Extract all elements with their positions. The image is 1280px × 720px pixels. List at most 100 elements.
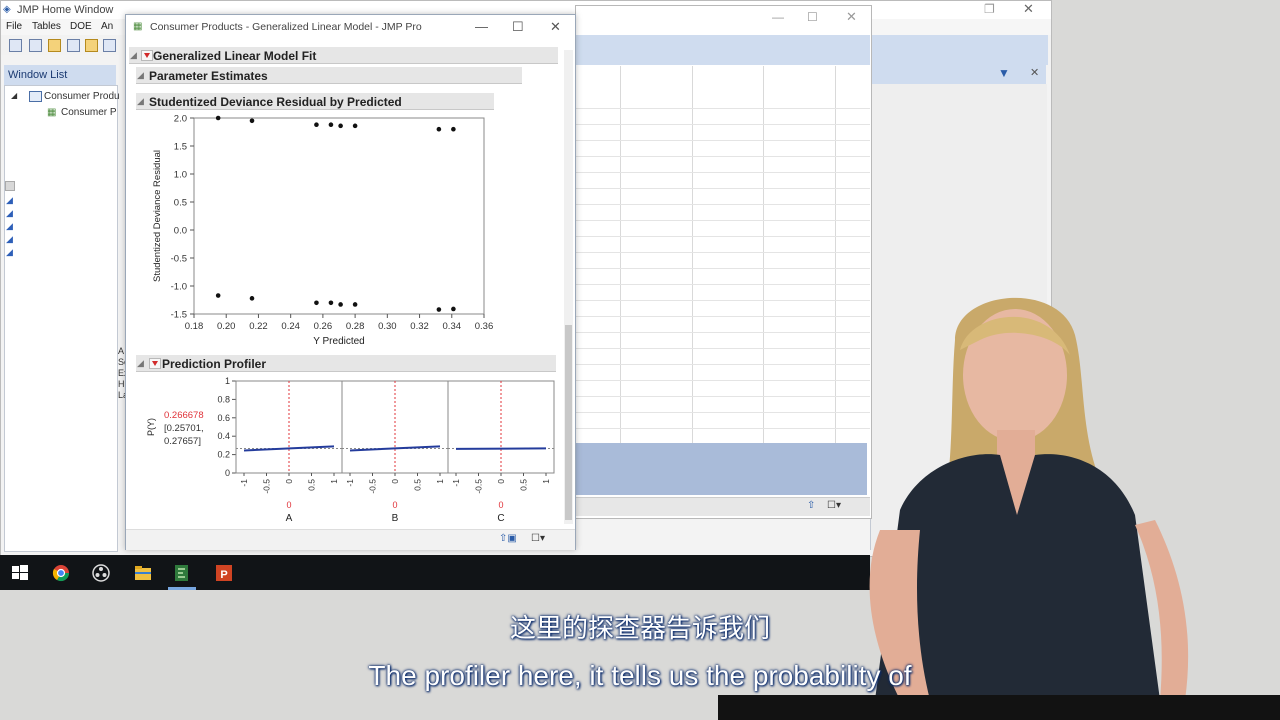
tree-item-report[interactable]: Consumer P	[61, 107, 117, 118]
y-tick-label: -1.5	[171, 310, 187, 321]
grid-line	[620, 66, 621, 443]
profiler-factor-current[interactable]: 0	[498, 500, 503, 510]
profiler-x-tick-label: 0	[390, 479, 400, 484]
scatter-point[interactable]	[436, 126, 442, 132]
home-close-icon[interactable]: ✕	[1023, 1, 1034, 17]
y-tick-label: 0.5	[174, 198, 187, 209]
profiler-x-tick-label: -0.5	[262, 479, 272, 494]
menu-file[interactable]: File	[6, 21, 22, 32]
chrome-icon[interactable]	[51, 563, 71, 583]
new-table-icon[interactable]	[9, 39, 22, 52]
collapse-toggle-icon[interactable]: ◢	[130, 50, 137, 61]
x-tick-label: 0.20	[217, 321, 236, 332]
grid-line	[692, 66, 693, 443]
glm-report-window: ▦ Consumer Products - Generalized Linear…	[125, 14, 576, 550]
windows-start-icon[interactable]	[10, 563, 30, 583]
profiler-x-tick-label: 0.5	[307, 479, 317, 491]
layout-icon[interactable]	[103, 39, 116, 52]
stub-blue-icon: ◢	[6, 195, 13, 205]
collapse-toggle-icon[interactable]: ◢	[137, 358, 144, 369]
profiler-factor-current[interactable]: 0	[392, 500, 397, 510]
scatter-point[interactable]	[215, 115, 221, 121]
panel-close-icon[interactable]: ✕	[1030, 66, 1039, 79]
outline-residual-plot: ◢ Studentized Deviance Residual by Predi…	[136, 93, 494, 110]
profiler-x-tick-label: -1	[239, 479, 249, 487]
open-folder-icon[interactable]	[48, 39, 61, 52]
menu-tables[interactable]: Tables	[32, 21, 61, 32]
outline-prediction-profiler: ◢ Prediction Profiler	[136, 355, 556, 372]
x-tick-label: 0.30	[378, 321, 397, 332]
home-right-strip	[870, 35, 1048, 65]
save-icon[interactable]	[67, 39, 80, 52]
powerpoint-icon[interactable]: P	[214, 563, 234, 583]
tree-item-data-table[interactable]: Consumer Produ	[44, 91, 120, 102]
scatter-point[interactable]	[451, 306, 456, 312]
table-close-icon[interactable]: ✕	[846, 9, 857, 25]
scatter-point[interactable]	[249, 296, 255, 301]
table-minimize-icon[interactable]: —	[772, 10, 784, 24]
menu-doe[interactable]: DOE	[70, 21, 92, 32]
obs-icon[interactable]	[91, 563, 111, 583]
stub-red-triangle-icon[interactable]	[5, 181, 15, 191]
scatter-point[interactable]	[328, 122, 334, 128]
y-axis-label: Studentized Deviance Residual	[152, 150, 163, 282]
scatter-point[interactable]	[328, 300, 334, 306]
collapse-toggle-icon[interactable]: ◢	[137, 96, 144, 107]
outline-title: Prediction Profiler	[162, 357, 267, 371]
window-list-title: Window List	[8, 69, 68, 81]
x-tick-label: 0.28	[346, 321, 365, 332]
scatter-point[interactable]	[338, 302, 343, 307]
home-nav-icon[interactable]: ⇧	[807, 500, 815, 511]
profiler-interval-lower: [0.25701,	[164, 423, 204, 434]
scatter-point[interactable]	[352, 123, 358, 129]
display-options-icon[interactable]: ☐▾	[827, 500, 841, 511]
outline-title: Parameter Estimates	[149, 69, 268, 83]
open-icon[interactable]	[85, 39, 98, 52]
display-options-icon[interactable]: ☐▾	[531, 533, 545, 544]
home-restore-icon[interactable]: ❐	[984, 2, 995, 16]
file-explorer-icon[interactable]	[133, 563, 153, 583]
svg-text:P: P	[220, 569, 227, 581]
scatter-point[interactable]	[352, 302, 358, 307]
minimize-button[interactable]: —	[475, 19, 488, 34]
grid-line	[575, 140, 870, 141]
scatter-point[interactable]	[451, 126, 456, 132]
window-list-header: Window List	[4, 65, 116, 86]
close-button[interactable]: ✕	[550, 19, 561, 35]
new-script-icon[interactable]	[29, 39, 42, 52]
profiler-trace-line	[455, 447, 547, 450]
scatter-point[interactable]	[436, 307, 442, 312]
profiler-x-tick-label: -1	[345, 479, 355, 487]
data-table-toolbar-band	[575, 35, 870, 65]
scatter-point[interactable]	[338, 123, 343, 129]
scatter-point[interactable]	[249, 118, 255, 124]
prediction-profiler-chart: P(Y) 0.266678 [0.25701, 0.27657] 1 0.8 0.6…	[146, 376, 555, 524]
x-tick-label: 0.32	[410, 321, 429, 332]
grid-line	[575, 428, 870, 429]
profiler-x-tick-label: 0	[284, 479, 294, 484]
left-stub-markers: ◢ ◢ ◢ ◢ ◢	[5, 181, 15, 261]
y-tick-label: -1.0	[171, 282, 187, 293]
maximize-button[interactable]: ☐	[512, 19, 524, 35]
collapse-toggle-icon[interactable]: ◢	[137, 70, 144, 81]
table-maximize-icon[interactable]: ☐	[807, 10, 818, 24]
grid-line	[575, 348, 870, 349]
tree-expand-icon[interactable]: ◢	[11, 91, 17, 100]
scatter-point[interactable]	[314, 300, 319, 306]
x-tick-label: 0.26	[314, 321, 333, 332]
scatter-point[interactable]	[215, 293, 221, 298]
menu-analyze[interactable]: An	[101, 21, 113, 32]
filter-icon[interactable]: ▼	[998, 66, 1010, 80]
profiler-y-label: P(Y)	[146, 418, 156, 436]
residual-scatter-chart: 0.18 0.20 0.22 0.24 0.26 0.28 0.30 0.32 0.34 0.36…	[152, 114, 493, 348]
jmp-app-icon[interactable]	[172, 563, 192, 583]
red-triangle-menu-icon[interactable]	[141, 50, 153, 61]
scatter-point[interactable]	[314, 122, 319, 128]
profiler-factor-current[interactable]: 0	[286, 500, 291, 510]
home-nav-icon[interactable]: ⇧▣	[499, 533, 517, 544]
grid-line	[575, 268, 870, 269]
profiler-interval-upper: 0.27657]	[164, 436, 201, 447]
red-triangle-menu-icon[interactable]	[149, 358, 161, 369]
grid-line	[575, 172, 870, 173]
scrollbar-thumb[interactable]	[565, 325, 572, 520]
